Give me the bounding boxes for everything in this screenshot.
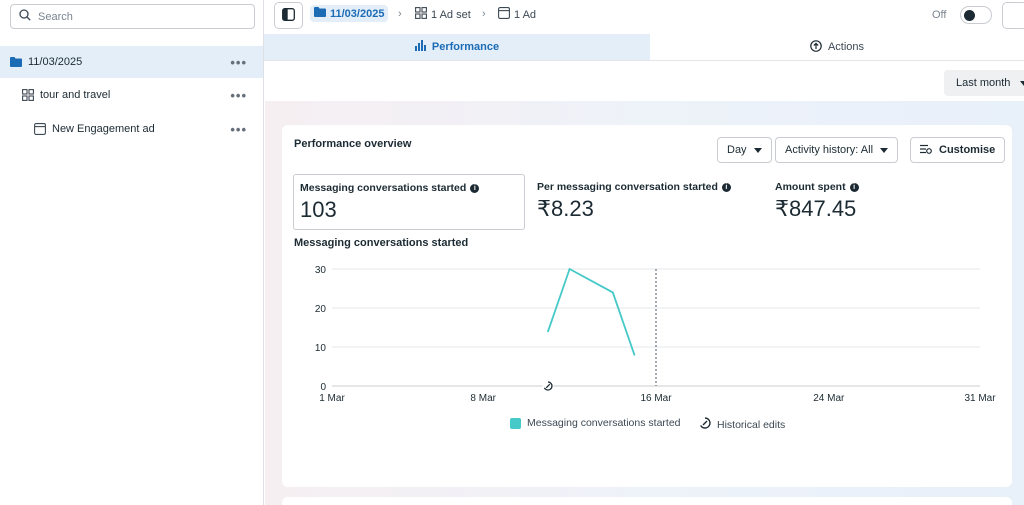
ad-icon [498, 7, 510, 22]
y-tick-label: 10 [315, 343, 327, 354]
data-point [633, 353, 636, 356]
sidebar: Search 11/03/2025 ••• tour and travel ••… [0, 0, 264, 505]
folder-icon [10, 57, 22, 67]
more-options-icon[interactable]: ••• [230, 122, 247, 137]
caret-down-icon [880, 147, 889, 153]
y-tick-label: 20 [315, 304, 327, 315]
secondary-card [282, 497, 1012, 505]
line-chart: 0 10 20 30 1 Mar 8 Mar 16 Mar 24 Mar 31 Mar [315, 265, 996, 404]
tab-actions[interactable]: Actions [650, 34, 1024, 60]
metric-label: Messaging conversations started [300, 182, 467, 194]
date-range-dropdown[interactable]: Last month [944, 70, 1024, 96]
sidebar-item-adset[interactable]: tour and travel ••• [0, 79, 263, 111]
sidebar-item-campaign[interactable]: 11/03/2025 ••• [0, 46, 263, 78]
legend-item-historical-edits[interactable]: Historical edits [699, 417, 785, 432]
metric-label: Per messaging conversation started [537, 181, 718, 193]
bar-chart-icon [414, 40, 426, 54]
arrow-up-circle-icon [810, 39, 822, 55]
breadcrumb-campaign[interactable]: 11/03/2025 [310, 5, 389, 22]
info-icon[interactable]: i [470, 183, 480, 193]
activity-history-dropdown[interactable]: Activity history: All [775, 137, 899, 163]
legend-swatch [510, 417, 521, 429]
toggle-sidebar-button[interactable] [274, 2, 303, 29]
chevron-right-icon: › [482, 8, 486, 20]
search-input[interactable]: Search [10, 4, 255, 29]
toggle-status-label: Off [932, 9, 947, 21]
x-tick-label: 8 Mar [470, 393, 496, 404]
sidebar-item-label: 11/03/2025 [28, 56, 83, 68]
x-tick-label: 24 Mar [813, 393, 845, 404]
caret-down-icon [1020, 80, 1024, 86]
metric-messaging-conversations[interactable]: Messaging conversations started i 103 [293, 174, 525, 230]
x-tick-label: 31 Mar [964, 393, 996, 404]
more-menu-button[interactable] [1002, 2, 1024, 29]
folder-icon [314, 7, 326, 20]
toggle-knob [964, 10, 975, 21]
date-range-label: Last month [956, 77, 1011, 89]
tab-label: Performance [431, 41, 500, 53]
x-tick-label: 1 Mar [319, 393, 345, 404]
series-line [547, 267, 636, 356]
tab-label: Actions [827, 41, 865, 53]
customise-icon [920, 144, 932, 157]
info-icon[interactable]: i [849, 182, 859, 192]
breadcrumb-label: 1 Ad set [431, 8, 471, 21]
customise-button[interactable]: Customise [910, 137, 1006, 163]
metric-value: ₹8.23 [537, 196, 594, 221]
top-bar: 11/03/2025 › 1 Ad set › 1 Ad Off [264, 0, 1024, 32]
sidebar-panel-icon [282, 7, 295, 24]
on-off-toggle[interactable] [960, 6, 992, 24]
breadcrumb-adset[interactable]: 1 Ad set [415, 7, 471, 22]
tab-performance[interactable]: Performance [264, 34, 650, 60]
metric-cost-per-conversation[interactable]: Per messaging conversation started i ₹8.2… [531, 174, 761, 230]
granularity-label: Day [727, 144, 747, 156]
granularity-dropdown[interactable]: Day [717, 137, 772, 163]
historical-edit-icon [699, 417, 711, 432]
breadcrumb-label: 11/03/2025 [330, 7, 385, 20]
metric-amount-spent[interactable]: Amount spent i ₹847.45 [769, 174, 999, 230]
metric-label: Amount spent [775, 181, 846, 193]
metric-value: ₹847.45 [775, 196, 857, 221]
metric-value: 103 [300, 197, 337, 222]
more-options-icon[interactable]: ••• [230, 88, 247, 103]
search-icon [19, 9, 31, 24]
activity-history-label: Activity history: All [785, 144, 874, 156]
data-point [547, 330, 549, 333]
grid-icon [415, 7, 427, 22]
ad-icon [34, 123, 46, 135]
card-title: Performance overview [294, 138, 412, 150]
chevron-right-icon: › [398, 8, 402, 20]
data-point [611, 291, 614, 294]
performance-overview-card: Performance overview Day Activity histor… [282, 125, 1012, 487]
sidebar-item-ad[interactable]: New Engagement ad ••• [0, 113, 263, 145]
legend-item-series[interactable]: Messaging conversations started [510, 417, 681, 429]
info-icon[interactable]: i [721, 182, 731, 192]
caret-down-icon [753, 147, 762, 153]
chart-title: Messaging conversations started [294, 237, 469, 249]
tab-bar: Performance Actions [264, 34, 1024, 61]
sidebar-item-label: tour and travel [40, 89, 111, 101]
customise-label: Customise [939, 144, 996, 156]
data-point [568, 268, 571, 270]
legend-label: Historical edits [717, 418, 786, 431]
legend-label: Messaging conversations started [527, 417, 681, 429]
y-tick-label: 0 [320, 382, 326, 393]
breadcrumb-ad[interactable]: 1 Ad [498, 7, 536, 22]
y-tick-label: 30 [315, 265, 327, 276]
search-placeholder: Search [38, 10, 73, 23]
x-tick-label: 16 Mar [640, 393, 672, 404]
breadcrumb-label: 1 Ad [514, 8, 537, 21]
more-options-icon[interactable]: ••• [230, 55, 247, 70]
sidebar-item-label: New Engagement ad [52, 123, 155, 135]
grid-icon [22, 89, 34, 101]
